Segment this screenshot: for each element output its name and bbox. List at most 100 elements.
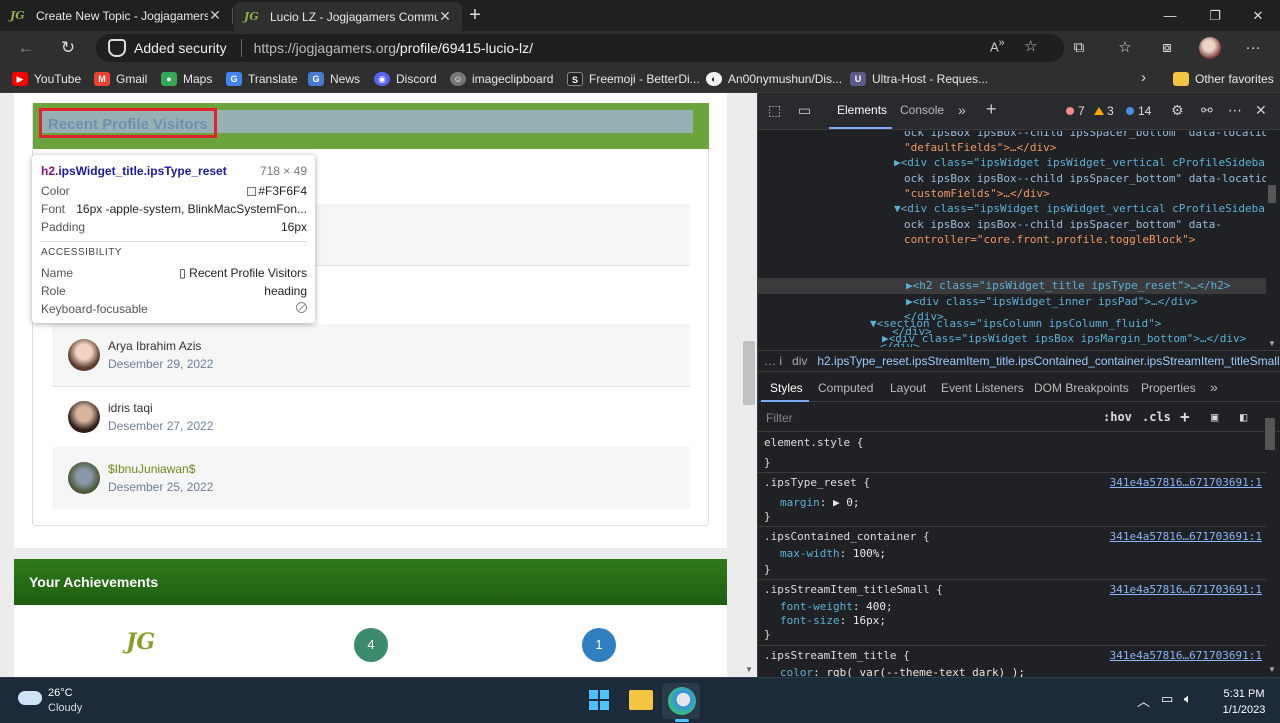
more-menu-icon[interactable]: ··· xyxy=(1242,37,1264,59)
tab-properties[interactable]: Properties xyxy=(1141,381,1196,395)
visitor-name[interactable]: Arya Ibrahim Azis xyxy=(108,339,213,353)
tab-elements[interactable]: Elements xyxy=(837,103,887,117)
extensions-puzzle-icon[interactable]: ⧉ xyxy=(1068,37,1090,59)
system-clock[interactable]: 5:31 PM 1/1/2023 xyxy=(1218,686,1270,718)
scroll-down-arrow-icon[interactable]: ▼ xyxy=(1268,339,1276,348)
rule-source-link[interactable]: 341e4a57816…671703691:1 xyxy=(1110,649,1262,662)
cls-toggle[interactable]: .cls xyxy=(1142,410,1171,424)
page-scrollbar-thumb[interactable] xyxy=(743,341,755,405)
more-tabs-chevron-icon[interactable]: » xyxy=(958,102,966,118)
breadcrumb-overflow[interactable]: … i xyxy=(764,354,782,368)
more-options-icon[interactable]: ⋯ xyxy=(1228,102,1242,119)
styles-scrollbar-thumb[interactable] xyxy=(1265,418,1275,450)
rule-source-link[interactable]: 341e4a57816…671703691:1 xyxy=(1110,583,1262,596)
rule-selector[interactable]: .ipsStreamItem_title { xyxy=(764,649,910,662)
close-window-icon[interactable]: ✕ xyxy=(1238,0,1278,31)
bookmark-translate[interactable]: G Translate xyxy=(226,69,298,89)
weather-temperature[interactable]: 26°C xyxy=(48,687,73,699)
scroll-down-arrow-icon[interactable]: ▼ xyxy=(1268,665,1276,674)
hov-toggle[interactable]: :hov xyxy=(1103,410,1132,424)
rule-selector[interactable]: .ipsType_reset { xyxy=(764,476,870,489)
list-item[interactable]: Arya Ibrahim Azis Desember 29, 2022 xyxy=(52,324,690,386)
bookmark-maps[interactable]: ● Maps xyxy=(161,69,212,89)
issues-count[interactable]: 14 xyxy=(1126,104,1151,118)
bookmark-youtube[interactable]: ▶ YouTube xyxy=(12,69,81,89)
device-toolbar-icon[interactable]: ▭ xyxy=(798,102,811,119)
start-windows-icon[interactable] xyxy=(589,690,609,710)
read-aloud-icon[interactable]: A» xyxy=(990,37,1005,54)
dom-line[interactable]: ▶<div class="ipsWidget ipsBox ipsMargin_… xyxy=(882,332,1246,345)
add-tab-plus-icon[interactable]: + xyxy=(986,99,997,120)
new-style-rule-plus-icon[interactable]: + xyxy=(1180,407,1190,426)
list-item[interactable]: $IbnuJuniawan$ Desember 25, 2022 xyxy=(52,447,690,509)
tab-create-new-topic[interactable]: JG Create New Topic - Jogjagamers ✕ xyxy=(0,0,232,31)
tray-chevron-up-icon[interactable]: ︿ xyxy=(1137,691,1150,710)
rule-selector[interactable]: .ipsContained_container { xyxy=(764,530,930,543)
tab-computed[interactable]: Computed xyxy=(818,381,873,395)
inspect-element-icon[interactable]: ⬚ xyxy=(768,102,781,119)
tab-console[interactable]: Console xyxy=(900,103,944,117)
breadcrumb-selected[interactable]: h2.ipsType_reset.ipsStreamItem_title.ips… xyxy=(817,354,1279,368)
styles-filter-input[interactable]: Filter xyxy=(766,411,793,425)
dom-line[interactable]: ▶<div class="ipsWidget_inner ipsPad">…</… xyxy=(906,294,1197,309)
volume-speaker-icon[interactable]: 🔈︎ xyxy=(1184,691,1192,707)
tab-styles[interactable]: Styles xyxy=(770,381,803,395)
tab-event-listeners[interactable]: Event Listeners xyxy=(941,381,1024,395)
warning-count[interactable]: 3 xyxy=(1094,104,1114,118)
dom-scrollbar-thumb[interactable] xyxy=(1268,185,1276,203)
network-monitor-icon[interactable]: ▭ xyxy=(1161,691,1173,707)
dom-line[interactable]: ▼<section class="ipsColumn ipsColumn_flu… xyxy=(870,317,1161,330)
bookmark-discord[interactable]: ◉ Discord xyxy=(374,69,437,89)
bookmark-imageclipboard[interactable]: ☺ imageclipboard xyxy=(450,69,553,89)
address-bar[interactable]: Added security https://jogjagamers.org/p… xyxy=(96,34,1064,62)
minimize-icon[interactable]: — xyxy=(1150,0,1190,31)
rule-selector[interactable]: .ipsStreamItem_titleSmall { xyxy=(764,583,943,596)
collections-icon[interactable]: ⧇ xyxy=(1156,37,1178,59)
file-explorer-folder-icon[interactable] xyxy=(629,690,653,710)
settings-gear-icon[interactable]: ⚙ xyxy=(1171,102,1184,119)
rule-source-link[interactable]: 341e4a57816…671703691:1 xyxy=(1110,476,1262,489)
visitor-name[interactable]: $IbnuJuniawan$ xyxy=(108,462,213,476)
bookmark-gmail[interactable]: M Gmail xyxy=(94,69,147,89)
restore-icon[interactable]: ❐ xyxy=(1195,0,1235,31)
dom-line[interactable]: ▼<div class="ipsWidget ipsWidget_vertica… xyxy=(894,201,1266,216)
computed-styles-icon[interactable]: ▣ xyxy=(1211,410,1218,424)
avatar[interactable] xyxy=(68,339,100,371)
toggle-sidebar-icon[interactable]: ◧ xyxy=(1240,410,1247,424)
new-tab-plus-icon[interactable]: + xyxy=(465,4,485,26)
customize-icon[interactable]: ⚯ xyxy=(1201,102,1213,119)
visitor-name[interactable]: idris taqi xyxy=(108,401,213,415)
add-favorite-star-icon[interactable]: ☆ xyxy=(1024,37,1037,55)
dom-line[interactable]: ock ipsBox ipsBox--child ipsSpacer_botto… xyxy=(904,217,1222,232)
tab-layout[interactable]: Layout xyxy=(890,381,926,395)
back-arrow-icon[interactable]: ← xyxy=(12,36,40,60)
cloud-weather-icon[interactable] xyxy=(18,691,42,705)
breadcrumb-div[interactable]: div xyxy=(792,354,807,368)
edge-browser-icon[interactable] xyxy=(668,687,696,715)
bookmark-github[interactable]: ◐ An00nymushun/Dis... xyxy=(706,69,842,89)
dom-line[interactable]: ock ipsBox ipsBox--child ipsSpacer_botto… xyxy=(904,171,1266,186)
weather-condition[interactable]: Cloudy xyxy=(48,702,82,714)
close-tab-icon[interactable]: ✕ xyxy=(208,7,222,24)
avatar[interactable] xyxy=(68,462,100,494)
list-item[interactable]: idris taqi Desember 27, 2022 xyxy=(52,386,690,448)
bookmark-freemoji[interactable]: S Freemoji - BetterDi... xyxy=(567,69,700,89)
dom-line[interactable]: "customFields">…</div> xyxy=(904,186,1050,201)
rank-count[interactable]: 1 xyxy=(582,628,616,662)
tab-lucio-lz[interactable]: JG Lucio LZ - Jogjagamers Commun ✕ xyxy=(234,2,462,31)
profile-avatar[interactable] xyxy=(1199,37,1221,59)
close-tab-icon[interactable]: ✕ xyxy=(438,8,452,25)
badges-count[interactable]: 4 xyxy=(354,628,388,662)
dom-line[interactable]: ock ipsBox ipsBox--child ipsSpacer_botto… xyxy=(904,131,1266,140)
more-subtabs-chevron-icon[interactable]: » xyxy=(1210,379,1218,395)
rule-source-link[interactable]: 341e4a57816…671703691:1 xyxy=(1110,530,1262,543)
dom-line[interactable]: controller="core.front.profile.toggleBlo… xyxy=(904,232,1195,247)
refresh-icon[interactable]: ↻ xyxy=(54,36,82,60)
tab-dom-breakpoints[interactable]: DOM Breakpoints xyxy=(1034,381,1129,395)
rule-selector[interactable]: element.style { xyxy=(764,436,863,449)
bookmark-news[interactable]: G News xyxy=(308,69,360,89)
dom-line[interactable]: ▶<div class="ipsWidget ipsWidget_vertica… xyxy=(894,155,1266,170)
close-devtools-icon[interactable]: ✕ xyxy=(1255,102,1267,119)
chevron-right-icon[interactable]: › xyxy=(1141,69,1146,86)
dom-line[interactable]: "defaultFields">…</div> xyxy=(904,140,1056,155)
